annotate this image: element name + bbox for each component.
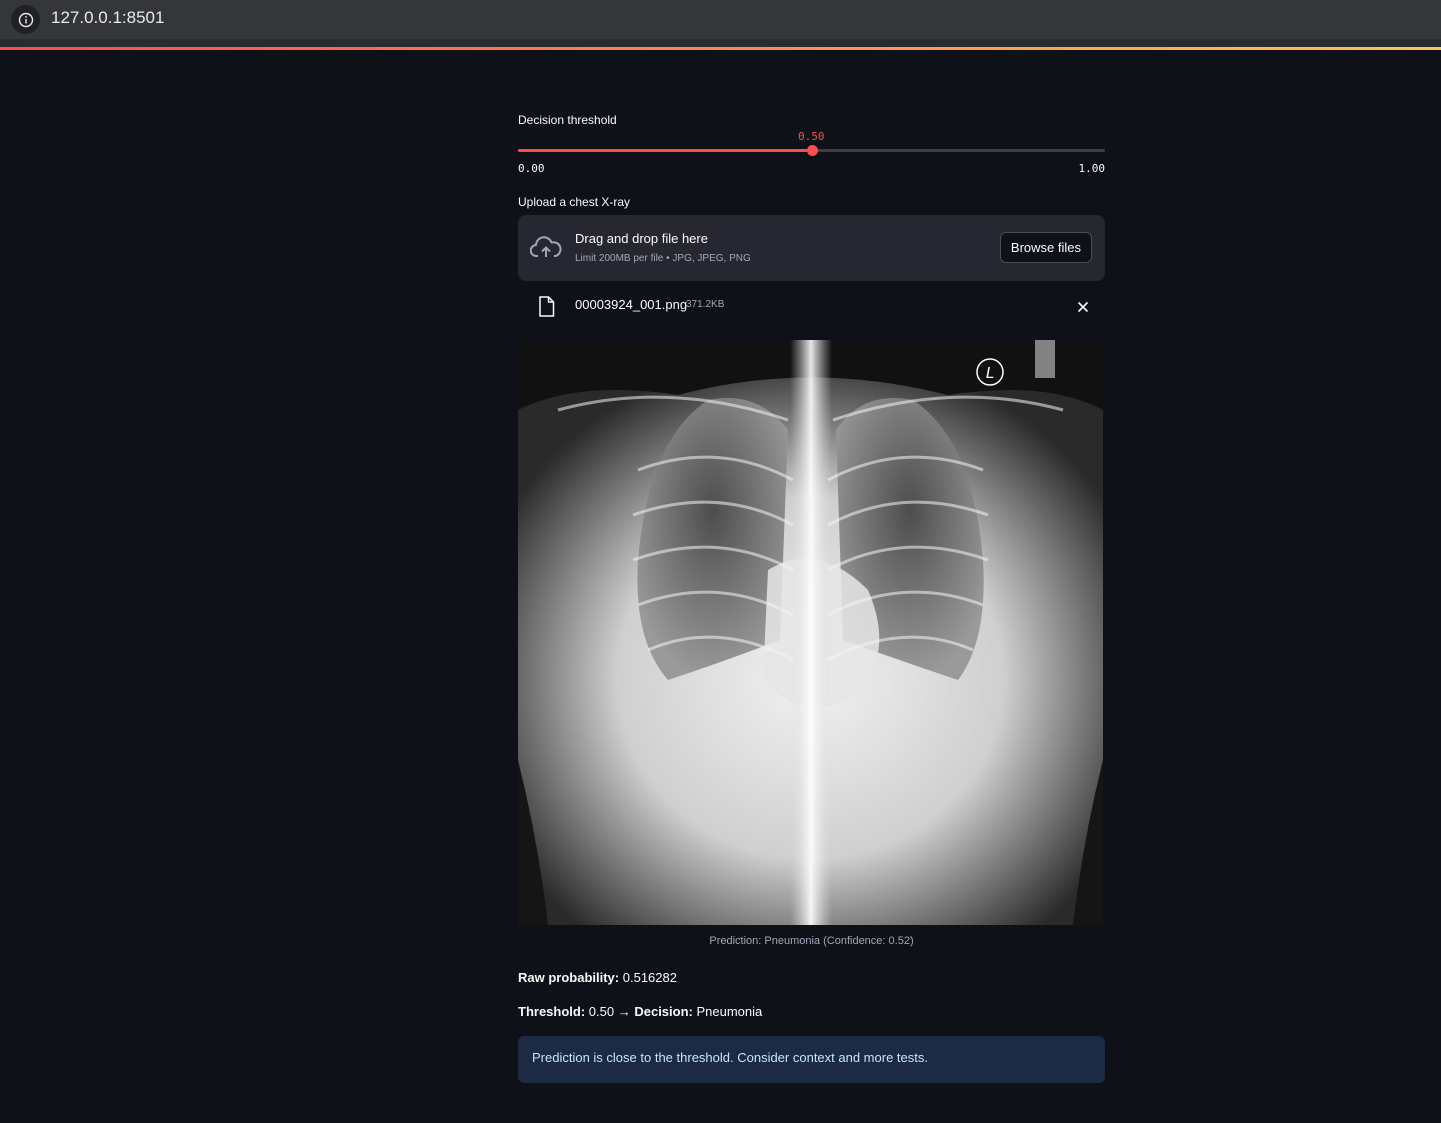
- file-name: 00003924_001.png: [575, 297, 688, 312]
- threshold-decision-line: Threshold: 0.50 → Decision: Pneumonia: [518, 1004, 762, 1019]
- threshold-slider[interactable]: [518, 145, 1105, 156]
- site-info-icon[interactable]: [11, 5, 40, 34]
- url-text[interactable]: 127.0.0.1:8501: [51, 8, 164, 28]
- decision-label: Decision:: [634, 1004, 693, 1019]
- slider-thumb[interactable]: [807, 145, 818, 156]
- browser-address-bar: 127.0.0.1:8501: [0, 0, 1441, 39]
- raw-probability-value: 0.516282: [622, 970, 677, 985]
- file-size: 371.2KB: [686, 299, 725, 310]
- slider-label: Decision threshold: [518, 113, 617, 127]
- xray-image: L: [518, 340, 1103, 925]
- slider-min-label: 0.00: [518, 162, 545, 175]
- uploaded-file-row: 00003924_001.png 371.2KB: [518, 290, 1105, 324]
- browse-files-button[interactable]: Browse files: [999, 232, 1092, 263]
- raw-probability-line: Raw probability: 0.516282: [518, 970, 677, 985]
- info-message: Prediction is close to the threshold. Co…: [532, 1050, 928, 1065]
- threshold-label: Threshold:: [518, 1004, 586, 1019]
- raw-probability-label: Raw probability:: [518, 970, 620, 985]
- threshold-value: 0.50 →: [588, 1004, 631, 1019]
- file-dropzone[interactable]: Drag and drop file here Limit 200MB per …: [518, 215, 1105, 281]
- image-caption: Prediction: Pneumonia (Confidence: 0.52): [709, 935, 914, 947]
- decision-value: Pneumonia: [696, 1004, 763, 1019]
- uploader-label: Upload a chest X-ray: [518, 195, 631, 209]
- app-header-decoration: [0, 47, 1441, 50]
- file-icon: [538, 296, 555, 322]
- slider-fill: [518, 149, 812, 152]
- dropzone-limit-text: Limit 200MB per file • JPG, JPEG, PNG: [575, 253, 751, 264]
- browser-toolbar-strip: [0, 39, 1441, 47]
- info-alert: Prediction is close to the threshold. Co…: [518, 1036, 1105, 1083]
- dropzone-title: Drag and drop file here: [575, 231, 708, 246]
- slider-max-label: 1.00: [1078, 162, 1106, 175]
- xray-side-marker: L: [986, 364, 994, 382]
- remove-file-icon[interactable]: [1075, 299, 1091, 315]
- cloud-upload-icon: [529, 235, 562, 266]
- slider-current-value: 0.50: [798, 130, 825, 143]
